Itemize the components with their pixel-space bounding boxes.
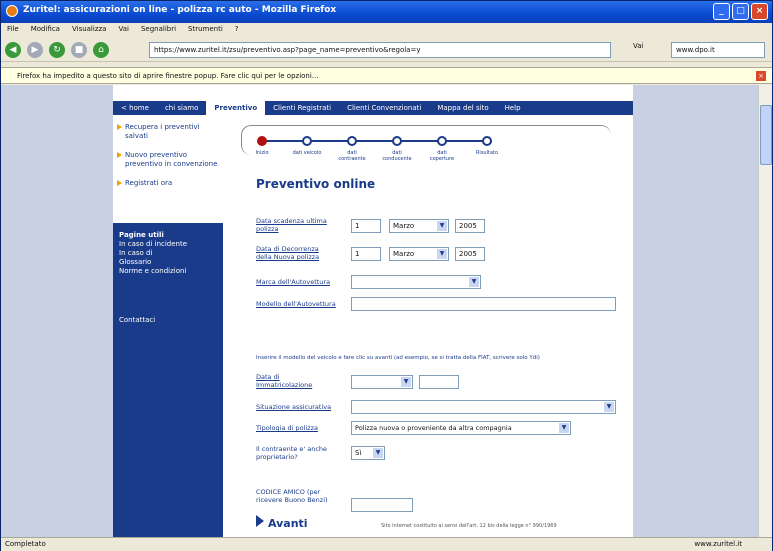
- firefox-icon: [6, 5, 18, 17]
- step-label: dati contraente: [338, 150, 366, 162]
- back-icon[interactable]: ◀: [5, 41, 21, 58]
- label-scadenza: Data scadenza ultima polizza: [256, 217, 327, 233]
- avanti-button[interactable]: Avanti: [256, 515, 308, 530]
- footer-note: Sito internet costituito ai sensi dell'a…: [381, 523, 557, 529]
- useful-heading: Pagine utili: [119, 231, 164, 239]
- scadenza-month-select[interactable]: Marzo: [389, 219, 449, 233]
- immatricolazione-month-select[interactable]: [351, 375, 413, 389]
- useful-link[interactable]: Glossario: [119, 258, 217, 267]
- immatricolazione-year-input[interactable]: [419, 375, 459, 389]
- decorrenza-year-input[interactable]: 2005: [455, 247, 485, 261]
- menu-file[interactable]: File: [7, 25, 19, 35]
- status-host: www.zuritel.it: [694, 540, 742, 548]
- step-5-icon: [437, 136, 447, 146]
- contact-link[interactable]: Contattaci: [119, 316, 217, 325]
- step-label: Inizio: [255, 150, 269, 156]
- web-page: < home chi siamo Preventivo Clienti Regi…: [113, 85, 633, 537]
- step-label: dati conducente: [382, 150, 412, 162]
- label-proprietario: Il contraente e' anche proprietario?: [256, 445, 328, 461]
- menu-vai[interactable]: Vai: [118, 25, 128, 35]
- menu-help[interactable]: ?: [235, 25, 239, 35]
- label-decorrenza: Data di Decorrenza della Nuova polizza: [256, 245, 320, 261]
- useful-link[interactable]: In caso di incidente: [119, 240, 217, 249]
- sidebar: Recupera i preventivi salvati Nuovo prev…: [113, 115, 223, 537]
- label-situazione: Situazione assicurativa: [256, 403, 332, 411]
- browser-window: Zuritel: assicurazioni on line - polizza…: [0, 0, 773, 551]
- maximize-button[interactable]: □: [732, 3, 749, 20]
- sidebar-link-registrati[interactable]: Registrati ora: [117, 179, 219, 188]
- nav-chi-siamo[interactable]: chi siamo: [157, 104, 206, 112]
- marca-select[interactable]: [351, 275, 481, 289]
- status-text: Completato: [5, 540, 46, 548]
- step-4-icon: [392, 136, 402, 146]
- decorrenza-month-select[interactable]: Marzo: [389, 247, 449, 261]
- close-icon[interactable]: ×: [756, 71, 766, 81]
- useful-link[interactable]: In caso di: [119, 249, 217, 258]
- forward-icon[interactable]: ▶: [27, 41, 43, 58]
- menu-bar: File Modifica Visualizza Vai Segnalibri …: [1, 23, 772, 37]
- label-modello: Modello dell'Autovettura: [256, 300, 336, 308]
- go-button[interactable]: Vai: [633, 42, 643, 50]
- page-title: Preventivo online: [256, 177, 376, 191]
- sidebar-link-nuovo[interactable]: Nuovo preventivo preventivo in convenzio…: [117, 151, 219, 169]
- top-navigation: < home chi siamo Preventivo Clienti Regi…: [113, 101, 633, 115]
- popup-message: Firefox ha impedito a questo sito di apr…: [17, 72, 319, 80]
- menu-visualizza[interactable]: Visualizza: [72, 25, 106, 35]
- nav-clienti-registrati[interactable]: Clienti Registrati: [265, 104, 339, 112]
- close-button[interactable]: ×: [751, 3, 768, 20]
- nav-clienti-convenzionati[interactable]: Clienti Convenzionati: [339, 104, 429, 112]
- url-field[interactable]: https://www.zuritel.it/zsu/preventivo.as…: [149, 42, 611, 58]
- reload-icon[interactable]: ↻: [49, 41, 65, 58]
- step-label: dati veicolo: [292, 150, 322, 156]
- step-label: Risultato: [475, 150, 499, 156]
- modello-input[interactable]: [351, 297, 616, 311]
- search-input[interactable]: www.dpo.it: [671, 42, 765, 58]
- decorrenza-day-input[interactable]: 1: [351, 247, 381, 261]
- status-bar: Completato www.zuritel.it: [1, 537, 772, 551]
- popup-blocked-bar[interactable]: Firefox ha impedito a questo sito di apr…: [1, 67, 772, 84]
- sidebar-link-recupera[interactable]: Recupera i preventivi salvati: [117, 123, 219, 141]
- scadenza-day-input[interactable]: 1: [351, 219, 381, 233]
- minimize-button[interactable]: _: [713, 3, 730, 20]
- menu-strumenti[interactable]: Strumenti: [188, 25, 223, 35]
- codice-amico-input[interactable]: [351, 498, 413, 512]
- nav-home[interactable]: < home: [113, 104, 157, 112]
- modello-note: Inserire il modello del veicolo e fare c…: [256, 355, 540, 361]
- situazione-select[interactable]: [351, 400, 616, 414]
- label-immatricolazione: Data di Immatricolazione: [256, 373, 313, 389]
- progress-steps: Inizio dati veicolo dati contraente dati…: [241, 125, 611, 162]
- main-form: Inizio dati veicolo dati contraente dati…: [231, 115, 633, 537]
- step-6-icon: [482, 136, 492, 146]
- proprietario-select[interactable]: Sì: [351, 446, 385, 460]
- nav-help[interactable]: Help: [497, 104, 529, 112]
- scadenza-year-input[interactable]: 2005: [455, 219, 485, 233]
- tipologia-select[interactable]: Polizza nuova o proveniente da altra com…: [351, 421, 571, 435]
- vertical-scrollbar[interactable]: [758, 85, 772, 537]
- stop-icon[interactable]: ■: [71, 41, 87, 58]
- step-2-icon: [302, 136, 312, 146]
- menu-modifica[interactable]: Modifica: [31, 25, 60, 35]
- nav-mappa[interactable]: Mappa del sito: [429, 104, 496, 112]
- scrollbar-thumb[interactable]: [760, 105, 772, 165]
- home-icon[interactable]: ⌂: [93, 41, 109, 58]
- useful-link[interactable]: Norme e condizioni: [119, 267, 217, 276]
- label-tipologia: Tipologia di polizza: [256, 424, 318, 432]
- step-3-icon: [347, 136, 357, 146]
- sidebar-useful: Pagine utili In caso di incidente In cas…: [113, 223, 223, 537]
- nav-preventivo[interactable]: Preventivo: [206, 101, 266, 115]
- label-marca: Marca dell'Autovettura: [256, 278, 331, 286]
- window-title: Zuritel: assicurazioni on line - polizza…: [23, 5, 337, 15]
- label-codice-amico: CODICE AMICO (per ricevere Buono Benzi): [256, 488, 328, 504]
- menu-segnalibri[interactable]: Segnalibri: [141, 25, 176, 35]
- title-bar: Zuritel: assicurazioni on line - polizza…: [1, 1, 772, 23]
- page-viewport: < home chi siamo Preventivo Clienti Regi…: [1, 85, 758, 537]
- step-1-icon: [257, 136, 267, 146]
- step-label: dati coperture: [429, 150, 455, 162]
- steps-line: [262, 140, 492, 142]
